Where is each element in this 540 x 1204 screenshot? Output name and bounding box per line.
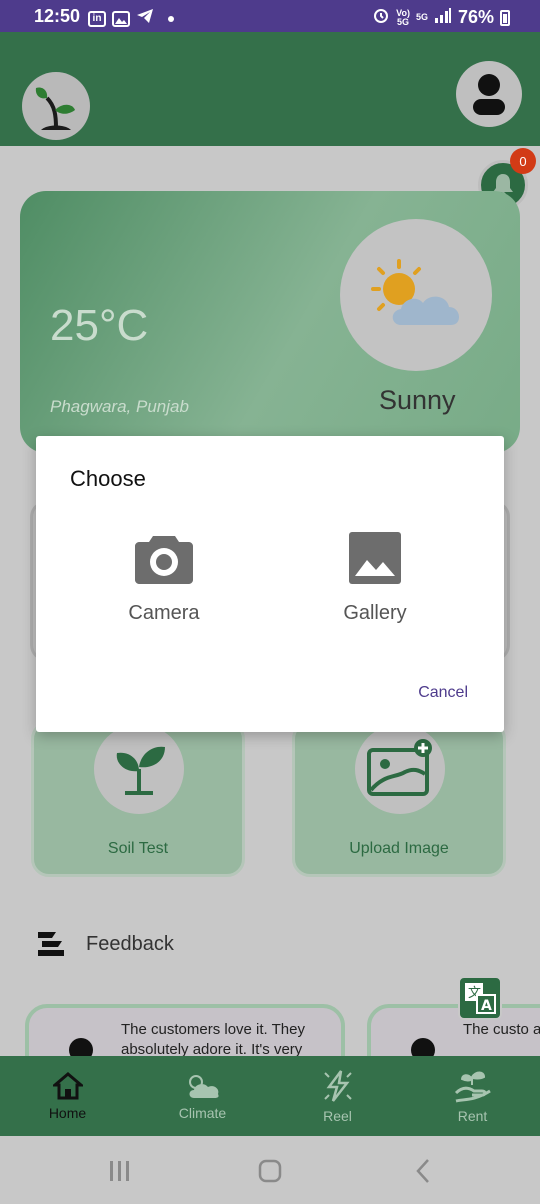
- notification-count-badge: 0: [510, 148, 536, 174]
- dialog-title: Choose: [70, 466, 146, 491]
- bottom-navigation: Home Climate Reel Rent: [0, 1056, 540, 1136]
- telegram-icon: [136, 8, 154, 29]
- weather-condition: Sunny: [379, 385, 456, 415]
- volte-indicator: Vo) 5G: [396, 7, 410, 27]
- review-card[interactable]: The custo absolutel: [367, 1004, 540, 1056]
- upload-image-tile[interactable]: Upload Image: [292, 721, 506, 877]
- soil-test-tile[interactable]: Soil Test: [31, 721, 245, 877]
- avatar: [69, 1038, 93, 1056]
- nav-reel-label: Reel: [323, 1107, 352, 1124]
- user-profile-icon: [473, 74, 505, 115]
- status-right: Vo) 5G 5G 76%: [372, 6, 510, 29]
- plant-icon: [94, 724, 184, 814]
- feedback-title: Feedback: [86, 932, 174, 955]
- weather-card[interactable]: 25°C Phagwara, Punjab Sunny: [20, 191, 520, 453]
- 5g-indicator: 5G: [415, 12, 428, 22]
- sun-cloud-icon: [371, 259, 460, 325]
- status-time: 12:50: [34, 6, 81, 26]
- status-bar: 12:50 in Vo) 5G 5G 76%: [0, 0, 540, 32]
- image-icon: [349, 532, 401, 584]
- notification-dot: [168, 15, 174, 22]
- alarm-icon: [372, 6, 390, 29]
- temperature-text: 25°C: [50, 301, 149, 350]
- nav-climate-label: Climate: [178, 1104, 227, 1121]
- app-bar: [0, 32, 540, 146]
- feedback-header: Feedback: [36, 930, 174, 958]
- avatar: [411, 1038, 435, 1056]
- location-text: Phagwara, Punjab: [50, 397, 189, 416]
- battery-percent: 76%: [457, 7, 494, 27]
- nav-climate[interactable]: Climate: [135, 1056, 270, 1136]
- camera-label: Camera: [128, 602, 200, 624]
- camera-option[interactable]: Camera: [94, 532, 234, 625]
- recent-apps-icon[interactable]: [110, 1161, 129, 1181]
- choose-source-dialog: Choose Camera Gallery Cancel: [36, 436, 504, 732]
- review-card[interactable]: The customers love it. They absolutely a…: [25, 1004, 345, 1056]
- review-text: The customers love it. They absolutely a…: [121, 1021, 305, 1056]
- svg-text:A: A: [481, 998, 492, 1014]
- nav-rent[interactable]: Rent: [405, 1056, 540, 1136]
- image-add-icon: [355, 724, 445, 814]
- nav-reel[interactable]: Reel: [270, 1056, 405, 1136]
- status-left-icons: in: [88, 8, 174, 29]
- cancel-button[interactable]: Cancel: [418, 684, 468, 702]
- sprout-logo-icon[interactable]: [22, 72, 90, 140]
- upload-image-label: Upload Image: [349, 840, 449, 857]
- camera-icon: [135, 536, 193, 584]
- nav-home-label: Home: [48, 1104, 87, 1121]
- system-navigation-bar: [0, 1136, 540, 1204]
- nav-rent-label: Rent: [457, 1107, 488, 1124]
- profile-button[interactable]: [456, 61, 522, 127]
- gallery-label: Gallery: [343, 602, 407, 624]
- linkedin-icon: in: [88, 10, 106, 27]
- gallery-option[interactable]: Gallery: [305, 532, 445, 625]
- cloud-sun-icon: [188, 1074, 219, 1098]
- nav-home[interactable]: Home: [0, 1056, 135, 1136]
- translate-icon: 文 A: [465, 983, 496, 1014]
- hand-plant-icon: [454, 1071, 491, 1102]
- home-icon: [52, 1071, 83, 1099]
- lightning-icon: [323, 1069, 352, 1102]
- weather-icon-circle: [340, 219, 492, 371]
- signal-icon: [434, 7, 452, 28]
- soil-test-label: Soil Test: [107, 840, 169, 857]
- review-text: The custo absolutel: [463, 1021, 540, 1038]
- battery-icon: [500, 9, 510, 26]
- gallery-icon: [112, 10, 130, 27]
- home-system-icon[interactable]: [258, 1159, 282, 1183]
- back-icon[interactable]: [416, 1159, 429, 1183]
- translate-button[interactable]: 文 A: [458, 976, 502, 1020]
- feedback-icon: [38, 932, 64, 956]
